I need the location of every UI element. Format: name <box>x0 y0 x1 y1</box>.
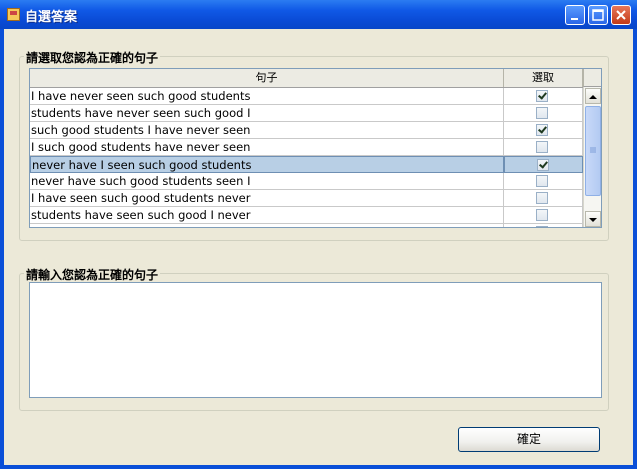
select-checkbox[interactable] <box>536 192 548 204</box>
arrow-down-icon <box>589 218 597 222</box>
select-cell[interactable] <box>504 139 583 156</box>
select-checkbox[interactable] <box>536 90 548 102</box>
select-cell[interactable] <box>504 156 583 173</box>
arrow-up-icon <box>589 95 597 99</box>
scroll-down-button[interactable] <box>585 211 601 227</box>
sentence-cell[interactable]: I such good students have never seen <box>30 139 504 156</box>
scroll-up-button[interactable] <box>585 88 601 104</box>
java-cup-icon <box>7 8 20 21</box>
column-header-select[interactable]: 選取 <box>504 69 583 87</box>
input-group-label: 請輸入您認為正確的句子 <box>24 266 161 283</box>
select-cell[interactable] <box>504 105 583 122</box>
table-row[interactable]: never have I seen such good students <box>30 156 583 173</box>
sentence-table: 句子 選取 I have never seen such good studen… <box>29 68 602 228</box>
table-corner <box>583 69 601 87</box>
window-title: 自選答案 <box>25 10 78 25</box>
scrollbar-thumb[interactable] <box>585 106 601 196</box>
select-cell[interactable] <box>504 190 583 207</box>
select-cell[interactable] <box>504 224 583 227</box>
sentence-cell[interactable]: never have I seen such good students <box>30 156 504 173</box>
dialog-window: 自選答案 請選取您認為正確的句子 句子 選取 I have never seen… <box>0 0 637 469</box>
table-row[interactable]: never have such good students seen I <box>30 173 583 190</box>
close-icon <box>616 10 626 20</box>
column-header-sentence[interactable]: 句子 <box>30 69 504 87</box>
select-checkbox[interactable] <box>536 175 548 187</box>
sentence-cell[interactable]: such good students I have seen never <box>30 224 504 227</box>
select-checkbox[interactable] <box>536 124 548 136</box>
vertical-scrollbar[interactable] <box>583 87 601 227</box>
minimize-button[interactable] <box>565 5 585 25</box>
select-checkbox[interactable] <box>536 141 548 153</box>
answer-textarea[interactable] <box>29 282 602 398</box>
grip-icon <box>590 147 596 153</box>
maximize-button[interactable] <box>588 5 608 25</box>
select-checkbox[interactable] <box>536 209 548 221</box>
table-header: 句子 選取 <box>30 69 583 88</box>
table-row[interactable]: I such good students have never seen <box>30 139 583 156</box>
sentence-cell[interactable]: never have such good students seen I <box>30 173 504 190</box>
select-cell[interactable] <box>504 207 583 224</box>
minimize-icon <box>571 18 578 20</box>
selection-group-label: 請選取您認為正確的句子 <box>24 49 161 66</box>
select-checkbox[interactable] <box>536 107 548 119</box>
select-cell[interactable] <box>504 88 583 105</box>
table-row[interactable]: students have seen such good I never <box>30 207 583 224</box>
table-row[interactable]: I have seen such good students never <box>30 190 583 207</box>
sentence-cell[interactable]: such good students I have never seen <box>30 122 504 139</box>
maximize-icon <box>592 9 604 21</box>
title-bar[interactable]: 自選答案 <box>0 0 637 29</box>
sentence-cell[interactable]: students have never seen such good I <box>30 105 504 122</box>
select-cell[interactable] <box>504 173 583 190</box>
table-row[interactable]: such good students I have seen never <box>30 224 583 227</box>
sentence-cell[interactable]: I have seen such good students never <box>30 190 504 207</box>
select-cell[interactable] <box>504 122 583 139</box>
table-row[interactable]: I have never seen such good students <box>30 88 583 105</box>
close-button[interactable] <box>611 5 631 25</box>
sentence-cell[interactable]: I have never seen such good students <box>30 88 504 105</box>
table-row[interactable]: such good students I have never seen <box>30 122 583 139</box>
ok-button[interactable]: 確定 <box>458 427 600 452</box>
select-checkbox[interactable] <box>537 159 549 171</box>
sentence-cell[interactable]: students have seen such good I never <box>30 207 504 224</box>
select-checkbox[interactable] <box>536 226 548 227</box>
table-row[interactable]: students have never seen such good I <box>30 105 583 122</box>
